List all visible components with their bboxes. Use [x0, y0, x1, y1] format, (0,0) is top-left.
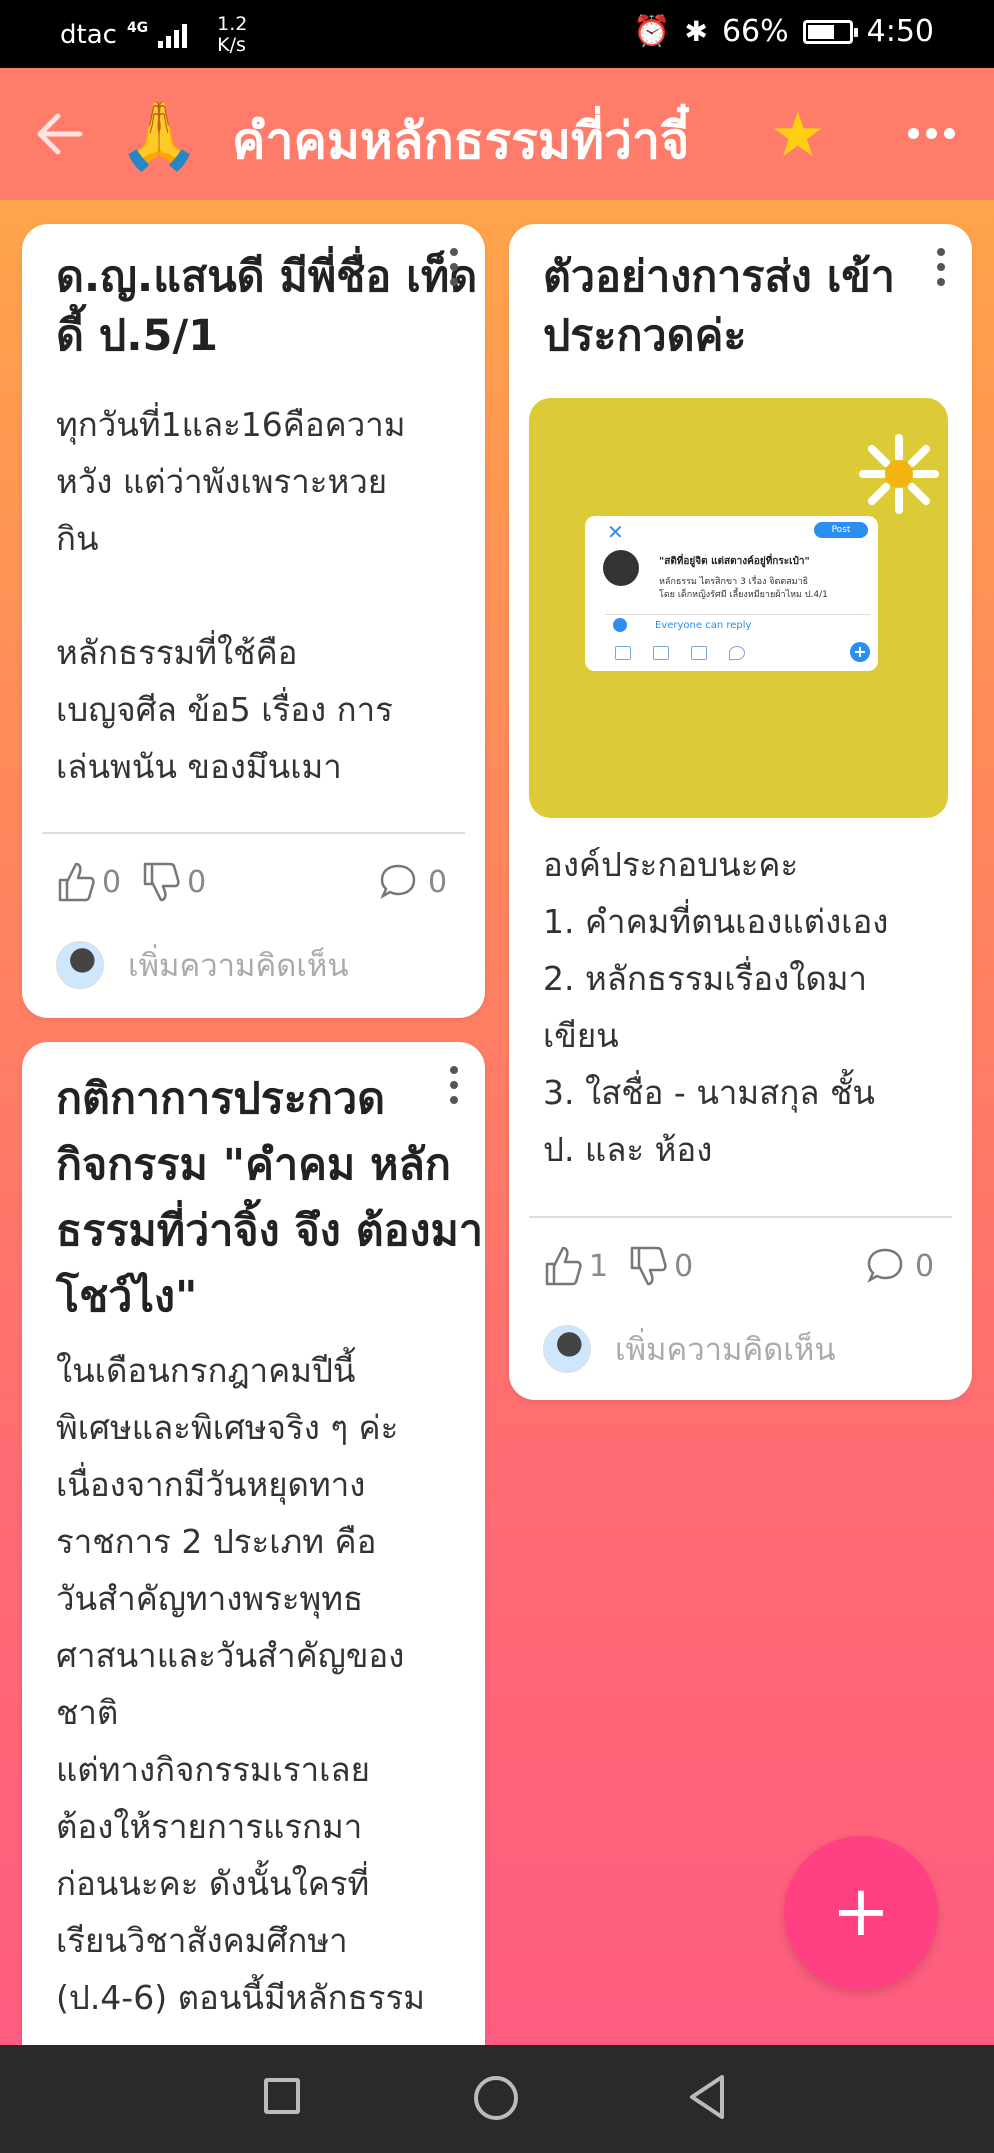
post-title: กติกาการประกวด กิจกรรม "คำคม หลักธรรมที่…	[56, 1074, 483, 1322]
signal-icon	[158, 22, 188, 48]
comment-count[interactable]: 0	[378, 862, 447, 902]
bluetooth-icon: ✱	[684, 15, 708, 48]
more-dots-icon[interactable]	[908, 128, 955, 139]
clock: 4:50	[866, 14, 934, 49]
comment-bubble-icon	[380, 864, 416, 899]
close-icon: ✕	[607, 520, 624, 544]
post-body: ในเดือนกรกฎาคมปีนี้ พิเศษและพิเศษจริง ๆ …	[56, 1351, 425, 2017]
speed-value: 1.2	[217, 13, 248, 35]
quote-text: "สติที่อยู่จิต แต่สตางค์อยู่ที่กระเป๋า"	[659, 556, 810, 567]
post-card[interactable]: กติกาการประกวด กิจกรรม "คำคม หลักธรรมที่…	[22, 1042, 485, 2142]
post-title: ด.ญ.แสนดี มีพี่ชื่อ เท็ดดี้ ป.5/1	[56, 252, 478, 361]
divider	[529, 1216, 952, 1218]
battery-icon	[802, 19, 858, 44]
comment-bubble-icon	[867, 1248, 903, 1283]
reply-setting: Everyone can reply	[655, 620, 752, 631]
post-body: ทุกวันที่1และ16คือความ หวัง แต่ว่าพังเพร…	[56, 405, 406, 786]
add-comment-placeholder: เพิ่มความคิดเห็น	[615, 1332, 836, 1368]
thumbs-down-icon[interactable]	[141, 860, 181, 904]
card-menu-icon[interactable]	[450, 1066, 460, 1104]
alarm-icon: ⏰	[633, 14, 671, 49]
post-card[interactable]: ตัวอย่างการส่ง เข้าประกวดค่ะ ✕ Post "สติ…	[509, 224, 972, 1400]
compose-toolbar	[615, 646, 745, 660]
arrow-left-icon[interactable]	[34, 112, 84, 156]
board-emoji: 🙏	[118, 97, 201, 174]
battery-percent: 66%	[721, 14, 789, 49]
thumbs-up-icon[interactable]	[56, 860, 96, 904]
post-button: Post	[814, 522, 868, 538]
star-icon[interactable]: ★	[770, 102, 826, 168]
avatar	[56, 941, 104, 989]
recents-icon[interactable]	[264, 2078, 300, 2114]
daisy-flower	[859, 434, 939, 514]
comment-count-value: 0	[915, 1248, 935, 1284]
status-bar: dtac 4G 1.2 K/s ⏰ ✱ 66% 4:50	[0, 0, 994, 68]
like-count: 0	[102, 864, 122, 900]
post-image[interactable]: ✕ Post "สติที่อยู่จิต แต่สตางค์อยู่ที่กร…	[529, 398, 948, 818]
globe-icon	[613, 618, 627, 632]
add-comment[interactable]: เพิ่มความคิดเห็น	[56, 940, 349, 990]
divider	[42, 832, 465, 834]
comment-count[interactable]: 0	[865, 1246, 934, 1286]
reactions: 1 0	[543, 1244, 713, 1288]
plus-icon: +	[850, 642, 870, 662]
carrier-label: dtac	[60, 20, 117, 50]
thumbs-up-icon[interactable]	[543, 1244, 583, 1288]
avatar	[543, 1325, 591, 1373]
add-comment[interactable]: เพิ่มความคิดเห็น	[543, 1324, 836, 1374]
add-comment-placeholder: เพิ่มความคิดเห็น	[128, 948, 349, 984]
dislike-count: 0	[674, 1248, 694, 1284]
board-title: คำคมหลักธรรมที่ว่าจี๋	[232, 112, 690, 170]
dislike-count: 0	[187, 864, 207, 900]
speed-unit: K/s	[217, 34, 246, 56]
tweet-text: หลักธรรม ไตรสิกขา 3 เรื่อง จิตตสมาธิ โดย…	[659, 577, 828, 600]
reactions: 0 0	[56, 860, 226, 904]
network-type: 4G	[126, 20, 149, 36]
like-count: 1	[589, 1248, 609, 1284]
card-menu-icon[interactable]	[937, 248, 947, 286]
system-nav-bar	[0, 2045, 994, 2153]
comment-count-value: 0	[428, 864, 448, 900]
card-menu-icon[interactable]	[450, 248, 460, 286]
avatar	[603, 550, 639, 586]
post-card[interactable]: ด.ญ.แสนดี มีพี่ชื่อ เท็ดดี้ ป.5/1 ทุกวัน…	[22, 224, 485, 1018]
post-title: ตัวอย่างการส่ง เข้าประกวดค่ะ	[543, 252, 895, 361]
app-bar: 🙏 คำคมหลักธรรมที่ว่าจี๋ ★	[0, 68, 994, 200]
home-icon[interactable]	[474, 2076, 518, 2120]
network-speed: 1.2 K/s	[217, 14, 247, 56]
thumbs-down-icon[interactable]	[628, 1244, 668, 1288]
tweet-compose-mock: ✕ Post "สติที่อยู่จิต แต่สตางค์อยู่ที่กร…	[585, 516, 878, 671]
back-triangle-icon[interactable]	[684, 2071, 728, 2123]
post-body: องค์ประกอบนะคะ 1. คำคมที่ตนเองแต่งเอง 2.…	[543, 845, 889, 1169]
add-post-button[interactable]: +	[784, 1836, 938, 1990]
